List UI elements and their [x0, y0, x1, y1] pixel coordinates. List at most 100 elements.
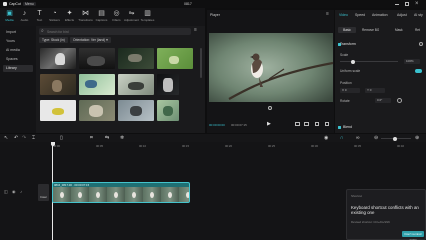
- toast-message: Keyboard shortcut conflicts with an exis…: [351, 205, 419, 215]
- freeze-icon[interactable]: ❄: [120, 135, 124, 141]
- safe-zone-icon[interactable]: [268, 106, 272, 110]
- minimize-icon[interactable]: [395, 3, 399, 5]
- delete-icon[interactable]: ▯: [60, 135, 63, 141]
- position-y-field[interactable]: Y 0: [365, 88, 385, 93]
- select-tool-icon[interactable]: ↖: [4, 135, 8, 141]
- sidebar-item-library[interactable]: Library: [3, 65, 33, 72]
- media-thumb-1[interactable]: [40, 48, 76, 69]
- tab-adjust[interactable]: Adjust: [397, 13, 407, 17]
- undo-icon[interactable]: ↶: [14, 135, 18, 141]
- more-icon[interactable]: ≡: [326, 11, 329, 17]
- ruler-tick: 00:25: [268, 144, 275, 148]
- media-thumb-7[interactable]: [118, 74, 154, 95]
- filter-icon[interactable]: ≡: [194, 27, 197, 34]
- tool-adjustment[interactable]: ⇋ Adjustment: [124, 10, 139, 25]
- tab-animation[interactable]: Animation: [372, 13, 388, 17]
- ruler-tick: 00:40: [397, 144, 404, 148]
- ratio-icon[interactable]: [304, 122, 309, 126]
- timeline-ruler: 00:00 00:05 00:10 00:15 00:20 00:25 00:3…: [0, 143, 426, 151]
- sidebar-item-yours[interactable]: Yours: [3, 38, 33, 45]
- media-thumb-4[interactable]: [157, 48, 193, 69]
- rotate-dial-icon[interactable]: [397, 98, 402, 103]
- media-thumb-11[interactable]: [118, 100, 154, 121]
- sidebar-item-spaces[interactable]: Spaces: [3, 56, 33, 63]
- media-thumb-12[interactable]: [157, 100, 179, 121]
- sidebar-item-ai-media[interactable]: AI media: [3, 47, 33, 54]
- cover-label: Cover: [40, 196, 47, 199]
- timeline-zoom-slider[interactable]: [381, 136, 411, 141]
- tab-speed[interactable]: Speed: [355, 13, 365, 17]
- fullscreen-icon[interactable]: [325, 122, 329, 126]
- media-panel: ⌕ ≡ Type: Stock (in) Orientation: Ver (l…: [36, 26, 205, 133]
- tool-transitions[interactable]: ⋈ Transitions: [78, 10, 93, 25]
- search-box[interactable]: ⌕: [39, 28, 191, 35]
- zoom-in-icon[interactable]: ⊕: [415, 135, 419, 141]
- tool-templates[interactable]: ▥ Templates: [140, 10, 155, 25]
- media-thumb-10[interactable]: [79, 100, 115, 121]
- close-icon[interactable]: ×: [415, 0, 419, 8]
- tool-text[interactable]: T Text: [32, 10, 47, 25]
- split-icon[interactable]: ⌶: [32, 135, 35, 141]
- filters-icon: ◎: [113, 10, 120, 17]
- tool-filters[interactable]: ◎ Filters: [109, 10, 124, 25]
- redo-icon[interactable]: ↷: [22, 135, 26, 141]
- filter-chip-type[interactable]: Type: Stock (in): [39, 37, 68, 43]
- tool-stickers[interactable]: ◔ Stickers: [47, 10, 62, 25]
- blend-checkbox[interactable]: [338, 126, 341, 129]
- timecode-current: 00:00:00:00: [209, 123, 225, 127]
- media-toolbar: ▣ Media ♪ Audio T Text ◔ Stickers ✦ Effe…: [0, 8, 205, 26]
- tool-audio[interactable]: ♪ Audio: [17, 10, 32, 25]
- subtab-basic[interactable]: Basic: [338, 27, 356, 33]
- track-lock-icon[interactable]: ◫: [4, 189, 8, 194]
- magnet-icon[interactable]: ∩: [340, 135, 344, 141]
- tab-ai-style[interactable]: AI sty: [414, 13, 423, 17]
- playhead-handle[interactable]: [50, 142, 55, 146]
- ruler-tick: 00:20: [225, 144, 232, 148]
- zoom-out-icon[interactable]: ⊖: [374, 135, 378, 141]
- fit-icon[interactable]: [315, 122, 319, 126]
- transform-toggle-icon[interactable]: [419, 42, 423, 46]
- media-thumb-2[interactable]: [79, 48, 115, 69]
- rotate-field[interactable]: 0.0°: [375, 98, 391, 103]
- dont-remind-button[interactable]: Don't remind again: [402, 231, 424, 240]
- scale-slider-handle[interactable]: [351, 59, 355, 64]
- effects-icon: ✦: [66, 10, 73, 17]
- media-thumb-6[interactable]: [79, 74, 115, 95]
- scale-value[interactable]: 100%: [404, 59, 420, 64]
- search-icon: ⌕: [41, 28, 44, 34]
- media-thumb-3[interactable]: [118, 48, 154, 69]
- video-preview[interactable]: [209, 33, 334, 102]
- scale-slider[interactable]: [340, 59, 398, 64]
- uniform-scale-label: Uniform scale: [340, 69, 361, 73]
- media-thumb-5[interactable]: [40, 74, 76, 95]
- video-clip[interactable]: 0816_0817.00 · 00:00:07:15: [52, 182, 190, 203]
- track-visible-icon[interactable]: ◉: [12, 189, 16, 194]
- subtab-retouch[interactable]: Ret: [415, 28, 420, 32]
- track-audio-icon[interactable]: ♪: [20, 189, 22, 194]
- menu-button[interactable]: Menu: [23, 1, 36, 6]
- sidebar-item-import[interactable]: Import: [3, 29, 33, 36]
- cover-thumbnail[interactable]: Cover: [38, 184, 49, 201]
- tab-video[interactable]: Video: [339, 13, 348, 17]
- filter-chip-orientation[interactable]: Orientation: Ver (land) ▾: [70, 37, 111, 43]
- timeline-zoom-handle[interactable]: [393, 136, 397, 141]
- subtab-remove-bg[interactable]: Remove BG: [362, 28, 379, 32]
- position-x-field[interactable]: X 0: [340, 88, 360, 93]
- ruler-tick: 00:30: [311, 144, 318, 148]
- media-scrollbar[interactable]: [200, 48, 202, 78]
- subtab-mask[interactable]: Mask: [395, 28, 403, 32]
- tool-captions[interactable]: ▤ Captions: [94, 10, 109, 25]
- record-icon[interactable]: ◉: [324, 135, 328, 141]
- tool-effects[interactable]: ✦ Effects: [62, 10, 77, 25]
- play-button-icon[interactable]: ▶: [267, 121, 271, 127]
- mirror-icon[interactable]: ⇆: [105, 135, 109, 141]
- tool-media[interactable]: ▣ Media: [2, 10, 17, 25]
- link-icon[interactable]: ∞: [356, 135, 360, 141]
- search-input[interactable]: [47, 29, 187, 34]
- crop-icon[interactable]: ⌗: [90, 135, 93, 141]
- media-thumb-9[interactable]: [40, 100, 76, 121]
- uniform-scale-toggle[interactable]: [415, 69, 422, 73]
- maximize-icon[interactable]: [405, 1, 409, 6]
- zoom-icon[interactable]: [295, 122, 300, 126]
- media-thumb-8[interactable]: [157, 74, 179, 95]
